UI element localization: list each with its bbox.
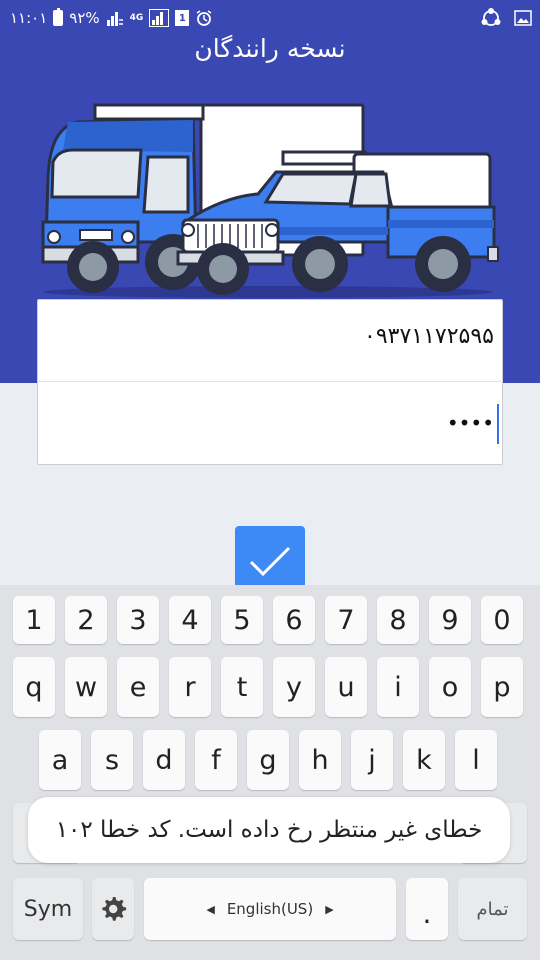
- key-8[interactable]: 8: [377, 596, 419, 644]
- key-l[interactable]: l: [455, 730, 497, 790]
- key-1[interactable]: 1: [13, 596, 55, 644]
- key-s[interactable]: s: [91, 730, 133, 790]
- key-y[interactable]: y: [273, 657, 315, 717]
- lte-signal-icon: [149, 9, 170, 27]
- phone-field[interactable]: ۰۹۳۷۱۱۷۲۵۹۵: [38, 300, 502, 382]
- key-0[interactable]: 0: [481, 596, 523, 644]
- done-key[interactable]: تمام: [458, 878, 527, 940]
- key-o[interactable]: o: [429, 657, 471, 717]
- status-bar: ۱۱:۰۱ ۹۲% 4G 1: [0, 0, 540, 36]
- status-right: [480, 0, 532, 36]
- space-language-label: English(US): [226, 900, 314, 918]
- key-3[interactable]: 3: [117, 596, 159, 644]
- image-icon: [514, 10, 532, 26]
- clock: ۱۱:۰۱: [10, 9, 48, 27]
- status-left: ۱۱:۰۱ ۹۲% 4G 1: [10, 0, 213, 36]
- key-d[interactable]: d: [143, 730, 185, 790]
- key-k[interactable]: k: [403, 730, 445, 790]
- dot-key[interactable]: .: [406, 878, 448, 940]
- battery-icon: [53, 8, 64, 26]
- chevron-right-icon: ▶: [325, 902, 334, 916]
- error-toast: خطای غیر منتظر رخ داده است. کد خطا ۱۰۲: [28, 797, 510, 863]
- alarm-icon: [195, 9, 213, 27]
- key-t[interactable]: t: [221, 657, 263, 717]
- key-q[interactable]: q: [13, 657, 55, 717]
- key-2[interactable]: 2: [65, 596, 107, 644]
- battery-percent: ۹۲%: [69, 9, 100, 27]
- sim-icon: 1: [175, 10, 190, 26]
- key-r[interactable]: r: [169, 657, 211, 717]
- key-e[interactable]: e: [117, 657, 159, 717]
- settings-key[interactable]: [92, 878, 134, 940]
- sym-key[interactable]: Sym: [13, 878, 83, 940]
- space-key[interactable]: ◀ English(US) ▶: [144, 878, 396, 940]
- network-type: 4G: [129, 12, 144, 23]
- key-5[interactable]: 5: [221, 596, 263, 644]
- password-field[interactable]: ••••: [38, 383, 502, 465]
- password-value: ••••: [446, 411, 494, 435]
- login-form: ۰۹۳۷۱۱۷۲۵۹۵ ••••: [37, 299, 503, 465]
- key-g[interactable]: g: [247, 730, 289, 790]
- key-u[interactable]: u: [325, 657, 367, 717]
- key-p[interactable]: p: [481, 657, 523, 717]
- chevron-left-icon: ◀: [206, 902, 215, 916]
- soft-keyboard: 1 2 3 4 5 6 7 8 9 0 q w e r t y u i o p …: [0, 585, 540, 960]
- gear-icon: [102, 897, 127, 921]
- key-i[interactable]: i: [377, 657, 419, 717]
- key-w[interactable]: w: [65, 657, 107, 717]
- key-4[interactable]: 4: [169, 596, 211, 644]
- key-6[interactable]: 6: [273, 596, 315, 644]
- app-title: نسخه رانندگان: [194, 34, 346, 63]
- text-cursor: [497, 404, 499, 444]
- sync-icon: [480, 7, 502, 29]
- key-a[interactable]: a: [39, 730, 81, 790]
- key-j[interactable]: j: [351, 730, 393, 790]
- key-7[interactable]: 7: [325, 596, 367, 644]
- checkmark-icon: [249, 546, 291, 577]
- signal-icon: [106, 10, 124, 26]
- phone-value: ۰۹۳۷۱۱۷۲۵۹۵: [364, 324, 494, 349]
- key-h[interactable]: h: [299, 730, 341, 790]
- key-f[interactable]: f: [195, 730, 237, 790]
- toast-message: خطای غیر منتظر رخ داده است. کد خطا ۱۰۲: [55, 817, 483, 843]
- key-9[interactable]: 9: [429, 596, 471, 644]
